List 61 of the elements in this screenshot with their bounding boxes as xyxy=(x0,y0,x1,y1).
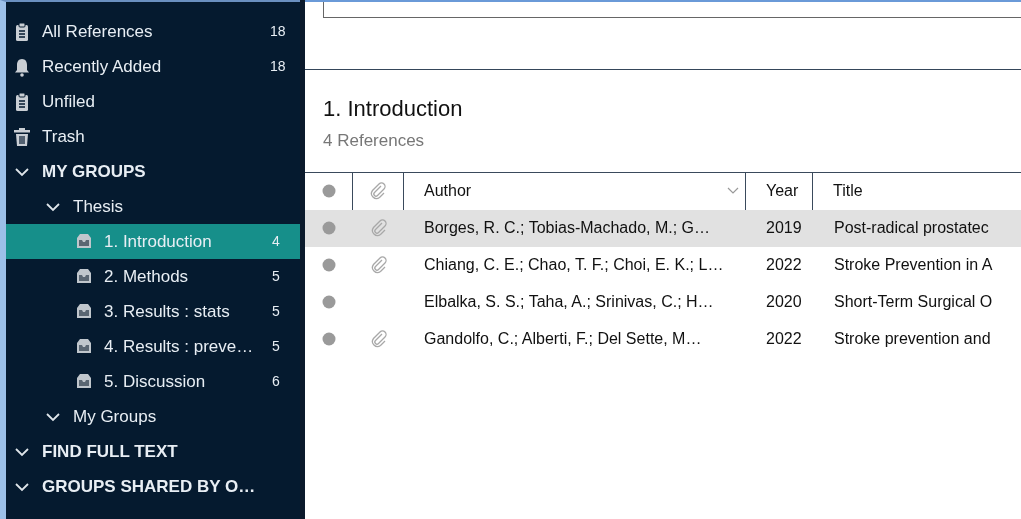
status-dot-icon xyxy=(321,184,336,199)
table-cell-text: Post-radical prostatec xyxy=(833,218,990,239)
table-cell-text: Short-Term Surgical O xyxy=(833,292,994,313)
sidebar-item[interactable]: Trash xyxy=(6,119,300,154)
section-header[interactable]: GROUPS SHARED BY O… xyxy=(6,469,300,504)
sidebar-item[interactable]: 3. Results : stats 5 xyxy=(6,294,300,329)
item-label: Thesis xyxy=(73,195,125,218)
item-label: My Groups xyxy=(73,405,158,428)
item-label: 3. Results : stats xyxy=(104,300,231,323)
table-row[interactable]: Chiang, C. E.; Chao, T. F.; Choi, E. K.; L… 2022 Stroke Prevention in A xyxy=(305,246,1021,284)
status-dot-icon xyxy=(322,332,336,347)
table-cell-text: Stroke Prevention in A xyxy=(833,255,994,276)
sidebar-item[interactable]: 5. Discussion 6 xyxy=(6,364,300,399)
item-count: 5 xyxy=(271,337,281,356)
group-set[interactable]: Thesis xyxy=(6,189,300,224)
section-header[interactable]: MY GROUPS xyxy=(6,154,300,189)
sidebar-item[interactable]: 2. Methods 5 xyxy=(6,259,300,294)
table-cell-text: Elbalka, S. S.; Taha, A.; Srinivas, C.; H… xyxy=(423,292,715,313)
status-dot-icon xyxy=(322,258,336,273)
sidebar-item[interactable]: 4. Results : preve… 5 xyxy=(6,329,300,364)
column-header[interactable]: Title xyxy=(813,172,1021,210)
table-cell-text: 2022 xyxy=(765,255,803,276)
item-label: GROUPS SHARED BY O… xyxy=(42,475,257,498)
trash-icon xyxy=(12,126,32,147)
bell-icon xyxy=(12,56,32,77)
table-cell-text: 2022 xyxy=(765,329,803,350)
table-row[interactable]: Borges, R. C.; Tobias-Machado, M.; G… 2019 Post-radical prostatec xyxy=(305,209,1021,247)
item-label: 2. Methods xyxy=(104,265,190,288)
item-label: Trash xyxy=(42,125,86,148)
sidebar-item[interactable]: Recently Added 18 xyxy=(6,49,300,84)
section-header[interactable]: FIND FULL TEXT xyxy=(6,434,300,469)
status-dot-icon xyxy=(322,221,336,236)
table-cell-text: 2019 xyxy=(765,218,803,239)
paperclip-icon xyxy=(368,181,388,202)
column-header[interactable]: Year xyxy=(746,172,813,210)
table-cell-text: Gandolfo, C.; Alberti, F.; Del Sette, M… xyxy=(423,329,703,350)
table-cell-text: 2020 xyxy=(765,292,803,313)
sidebar-item[interactable]: All References 18 xyxy=(6,14,300,49)
table-cell-text: Stroke prevention and xyxy=(833,329,992,350)
group-title: 1. Introduction xyxy=(323,96,464,123)
item-label: 5. Discussion xyxy=(104,370,207,393)
status-dot-icon xyxy=(322,295,336,310)
item-count: 5 xyxy=(271,302,281,321)
item-count: 4 xyxy=(271,232,281,251)
table-row[interactable]: Elbalka, S. S.; Taha, A.; Srinivas, C.; H… 2020 Short-Term Surgical O xyxy=(305,283,1021,321)
item-label: 4. Results : preve… xyxy=(104,335,255,358)
item-label: Recently Added xyxy=(42,55,163,78)
header-label[interactable]: Author xyxy=(424,179,472,204)
sidebar-item[interactable]: Unfiled xyxy=(6,84,300,119)
item-count: 5 xyxy=(271,267,281,286)
item-count: 6 xyxy=(271,372,281,391)
table-cell-text: Borges, R. C.; Tobias-Machado, M.; G… xyxy=(423,218,712,239)
item-label: FIND FULL TEXT xyxy=(42,440,179,463)
table-cell-text: Chiang, C. E.; Chao, T. F.; Choi, E. K.; L… xyxy=(423,255,725,276)
item-label: MY GROUPS xyxy=(42,160,147,183)
group-set[interactable]: My Groups xyxy=(6,399,300,434)
table-row[interactable]: Gandolfo, C.; Alberti, F.; Del Sette, M… 2022 Stroke prevention and xyxy=(305,320,1021,358)
item-label: 1. Introduction xyxy=(104,230,213,253)
reference-count: 4 References xyxy=(323,130,426,153)
item-label: Unfiled xyxy=(42,90,96,113)
item-label: All References xyxy=(42,20,154,43)
